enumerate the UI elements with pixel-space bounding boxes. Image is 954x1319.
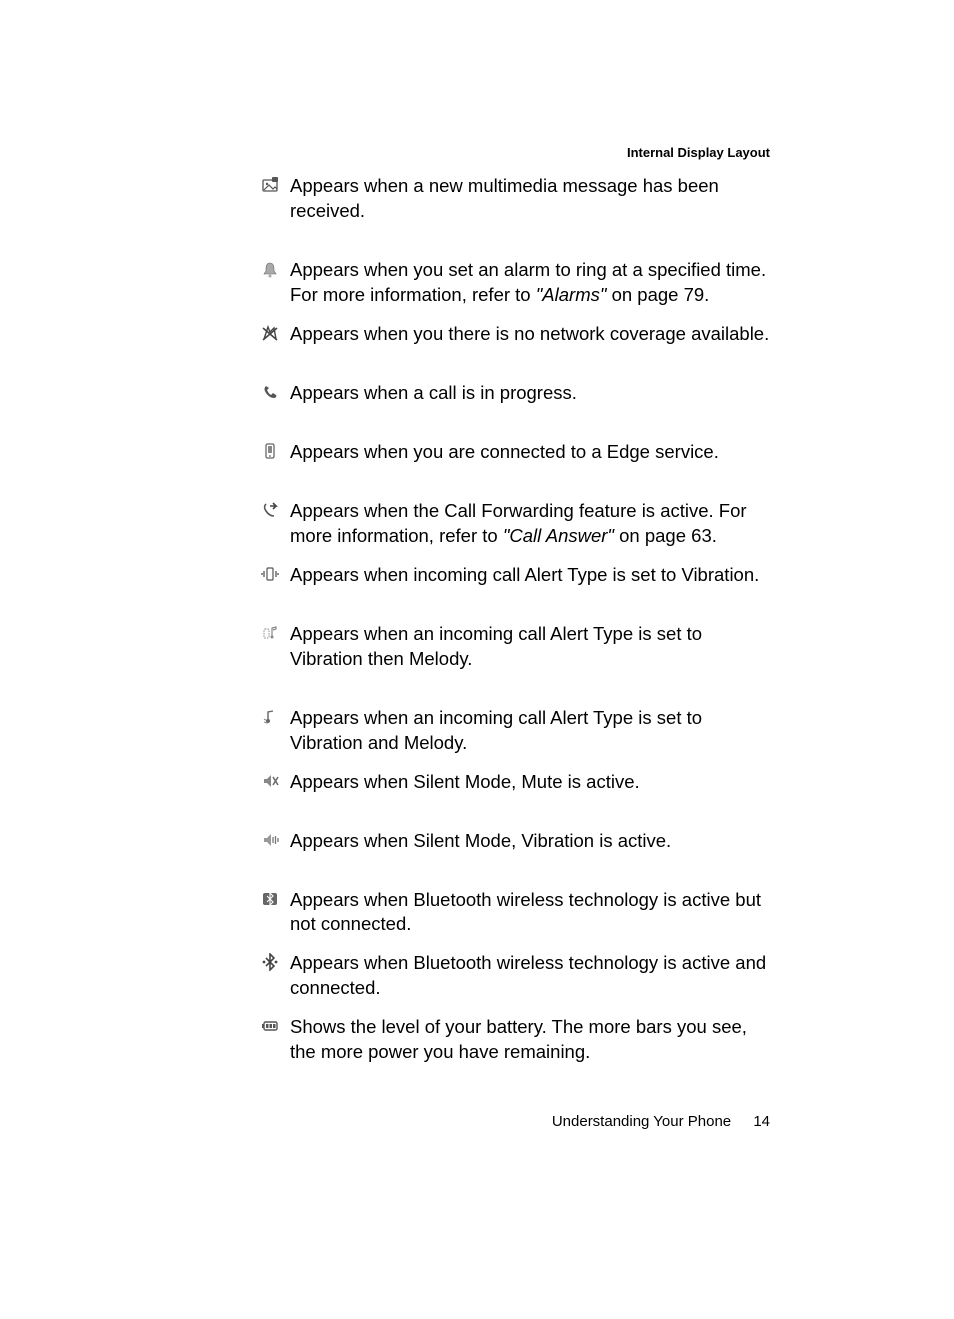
icon-description: Appears when Bluetooth wireless technolo… bbox=[290, 888, 770, 938]
icon-description: Appears when Silent Mode, Vibration is a… bbox=[290, 829, 770, 854]
silent-vib-icon bbox=[250, 829, 290, 849]
icon-description: Appears when you are connected to a Edge… bbox=[290, 440, 770, 465]
vib-and-melody-icon bbox=[250, 706, 290, 726]
icon-row: Shows the level of your battery. The mor… bbox=[250, 1015, 770, 1065]
icon-description: Appears when Bluetooth wireless technolo… bbox=[290, 951, 770, 1001]
page-footer: Understanding Your Phone 14 bbox=[250, 1113, 770, 1130]
icon-description: Appears when you there is no network cov… bbox=[290, 322, 770, 347]
icon-description: Appears when an incoming call Alert Type… bbox=[290, 622, 770, 672]
icon-row: Appears when you are connected to a Edge… bbox=[250, 440, 770, 465]
alarm-icon bbox=[250, 258, 290, 278]
no-network-icon bbox=[250, 322, 290, 342]
icon-row: Appears when you there is no network cov… bbox=[250, 322, 770, 347]
call-forward-icon bbox=[250, 499, 290, 519]
vib-then-melody-icon bbox=[250, 622, 290, 642]
icon-row: Appears when an incoming call Alert Type… bbox=[250, 622, 770, 672]
icon-description: Appears when you set an alarm to ring at… bbox=[290, 258, 770, 308]
icon-row: Appears when Bluetooth wireless technolo… bbox=[250, 951, 770, 1001]
icon-description: Appears when Silent Mode, Mute is active… bbox=[290, 770, 770, 795]
footer-page-number: 14 bbox=[753, 1113, 770, 1130]
battery-icon bbox=[250, 1015, 290, 1035]
icon-row: Appears when incoming call Alert Type is… bbox=[250, 563, 770, 588]
icon-row: Appears when Bluetooth wireless technolo… bbox=[250, 888, 770, 938]
icon-row: Appears when the Call Forwarding feature… bbox=[250, 499, 770, 549]
mute-icon bbox=[250, 770, 290, 790]
mms-icon bbox=[250, 174, 290, 194]
icon-row: Appears when a new multimedia message ha… bbox=[250, 174, 770, 224]
footer-section: Understanding Your Phone bbox=[552, 1113, 731, 1130]
icon-description: Appears when the Call Forwarding feature… bbox=[290, 499, 770, 549]
bluetooth-connected-icon bbox=[250, 951, 290, 971]
icon-row: Appears when Silent Mode, Vibration is a… bbox=[250, 829, 770, 854]
icon-row: Appears when a call is in progress. bbox=[250, 381, 770, 406]
call-icon bbox=[250, 381, 290, 401]
icon-description: Appears when an incoming call Alert Type… bbox=[290, 706, 770, 756]
icon-row: Appears when an incoming call Alert Type… bbox=[250, 706, 770, 756]
icon-description: Shows the level of your battery. The mor… bbox=[290, 1015, 770, 1065]
page-content: Internal Display Layout Appears when a n… bbox=[250, 145, 770, 1099]
section-header: Internal Display Layout bbox=[250, 145, 770, 160]
icon-description: Appears when incoming call Alert Type is… bbox=[290, 563, 770, 588]
icon-row: Appears when you set an alarm to ring at… bbox=[250, 258, 770, 308]
icon-description: Appears when a call is in progress. bbox=[290, 381, 770, 406]
bluetooth-icon bbox=[250, 888, 290, 908]
icon-row: Appears when Silent Mode, Mute is active… bbox=[250, 770, 770, 795]
icon-description: Appears when a new multimedia message ha… bbox=[290, 174, 770, 224]
edge-icon bbox=[250, 440, 290, 460]
vibration-icon bbox=[250, 563, 290, 583]
icon-description-list: Appears when a new multimedia message ha… bbox=[250, 174, 770, 1065]
